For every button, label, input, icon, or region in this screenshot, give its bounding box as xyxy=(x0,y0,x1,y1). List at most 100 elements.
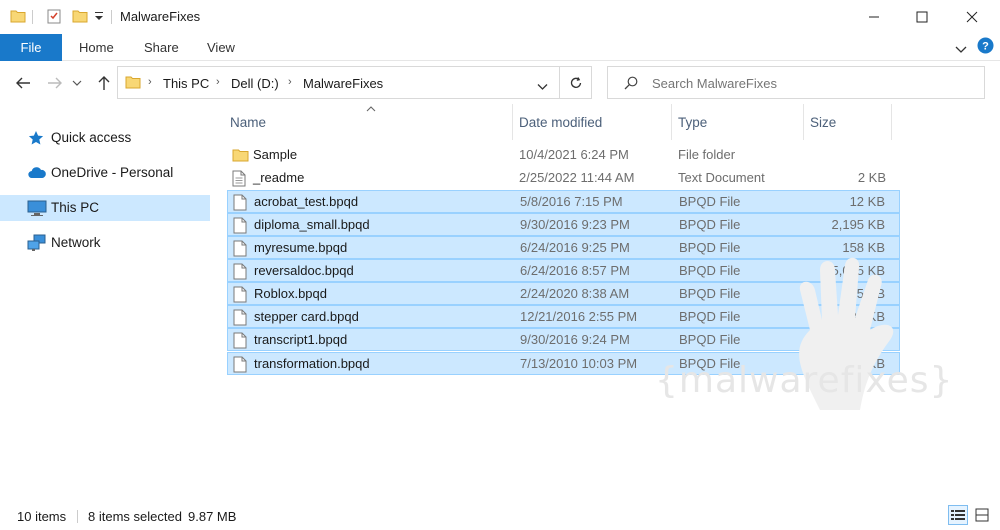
title-bar: MalwareFixes xyxy=(0,0,1000,34)
properties-icon[interactable] xyxy=(46,8,62,26)
file-icon xyxy=(233,194,249,211)
file-type: Text Document xyxy=(678,170,765,185)
sidebar-item-quick-access[interactable]: Quick access xyxy=(0,125,210,151)
file-name: Roblox.bpqd xyxy=(254,286,327,301)
chevron-down-icon[interactable] xyxy=(537,79,548,94)
file-row[interactable]: acrobat_test.bpqd 5/8/2016 7:15 PM BPQD Fi… xyxy=(227,190,900,213)
help-icon[interactable]: ? xyxy=(977,37,994,57)
column-header-type[interactable]: Type xyxy=(672,104,803,140)
cloud-icon xyxy=(27,164,46,182)
file-type: BPQD File xyxy=(679,194,741,209)
file-name: stepper card.bpqd xyxy=(254,309,359,324)
watermark-text: {malwarefixes} xyxy=(655,360,954,401)
file-type: BPQD File xyxy=(679,240,741,255)
selection-size: 9.87 MB xyxy=(188,509,237,524)
file-icon xyxy=(233,356,249,373)
large-icons-view-icon xyxy=(975,508,989,522)
file-size: 2,195 KB xyxy=(831,217,886,232)
file-type: BPQD File xyxy=(679,332,741,347)
column-header-name[interactable]: Name xyxy=(214,104,514,140)
folder-icon xyxy=(10,8,26,26)
search-input[interactable] xyxy=(652,74,972,92)
file-name: _readme xyxy=(253,170,305,185)
column-header-label: Date modified xyxy=(519,115,603,130)
forward-button[interactable] xyxy=(44,72,66,94)
file-name: acrobat_test.bpqd xyxy=(254,194,359,209)
file-type: BPQD File xyxy=(679,263,741,278)
large-icons-view-button[interactable] xyxy=(972,505,992,525)
file-size: 12 KB xyxy=(849,194,885,209)
column-header-label: Name xyxy=(230,115,267,130)
file-name: transcript1.bpqd xyxy=(254,332,348,347)
file-name: reversaldoc.bpqd xyxy=(254,263,354,278)
minimize-button[interactable] xyxy=(851,0,897,34)
file-date-modified: 9/30/2016 9:24 PM xyxy=(520,332,630,347)
column-divider[interactable] xyxy=(891,104,892,140)
sidebar-item-label: This PC xyxy=(51,200,100,215)
file-name: transformation.bpqd xyxy=(254,356,370,371)
text-file-icon xyxy=(232,170,248,187)
file-icon xyxy=(233,217,249,234)
sort-ascending-icon xyxy=(366,104,376,115)
divider xyxy=(32,10,33,24)
file-type: File folder xyxy=(678,147,736,162)
file-date-modified: 5/8/2016 7:15 PM xyxy=(520,194,623,209)
maximize-button[interactable] xyxy=(899,0,945,34)
column-header-size[interactable]: Size xyxy=(804,104,892,140)
up-button[interactable] xyxy=(93,72,115,94)
tab-share[interactable]: Share xyxy=(144,40,179,55)
file-row[interactable]: diploma_small.bpqd 9/30/2016 9:23 PM BPQD … xyxy=(227,213,900,236)
folder-icon xyxy=(125,74,141,93)
breadcrumb-this-pc[interactable]: This PC xyxy=(163,76,209,91)
recent-locations-button[interactable] xyxy=(70,72,84,94)
close-button[interactable] xyxy=(949,0,995,34)
file-size: 2 KB xyxy=(857,170,886,185)
file-icon xyxy=(233,286,249,303)
refresh-button[interactable] xyxy=(560,66,592,99)
tab-view[interactable]: View xyxy=(207,40,235,55)
status-bar: 10 items 8 items selected 9.87 MB xyxy=(0,500,1000,530)
sidebar-item-network[interactable]: Network xyxy=(0,230,210,256)
file-date-modified: 6/24/2016 8:57 PM xyxy=(520,263,630,278)
folder-icon xyxy=(232,147,249,164)
file-icon xyxy=(233,309,249,326)
chevron-right-icon[interactable]: › xyxy=(288,76,292,88)
divider xyxy=(111,10,112,24)
file-date-modified: 12/21/2016 2:55 PM xyxy=(520,309,638,324)
chevron-right-icon[interactable]: › xyxy=(216,76,220,88)
file-type: BPQD File xyxy=(679,286,741,301)
back-button[interactable] xyxy=(12,72,34,94)
sidebar-item-label: Network xyxy=(51,235,101,250)
file-row[interactable]: _readme 2/25/2022 11:44 AM Text Document 2 … xyxy=(227,167,900,190)
details-view-button[interactable] xyxy=(948,505,968,525)
column-header-date[interactable]: Date modified xyxy=(513,104,671,140)
search-box[interactable] xyxy=(607,66,985,99)
file-type: BPQD File xyxy=(679,217,741,232)
expand-ribbon-icon[interactable] xyxy=(955,42,967,57)
network-icon xyxy=(27,234,46,252)
customize-toolbar-icon[interactable] xyxy=(94,10,104,28)
file-name: diploma_small.bpqd xyxy=(254,217,370,232)
star-icon xyxy=(27,129,45,147)
file-date-modified: 9/30/2016 9:23 PM xyxy=(520,217,630,232)
svg-text:?: ? xyxy=(982,41,989,53)
file-name: Sample xyxy=(253,147,298,162)
sidebar-item-this-pc[interactable]: This PC xyxy=(0,195,210,221)
address-bar[interactable]: › This PC › Dell (D:) › MalwareFixes xyxy=(117,66,560,99)
computer-icon xyxy=(27,199,47,217)
breadcrumb-malwarefixes[interactable]: MalwareFixes xyxy=(303,76,383,91)
file-type: BPQD File xyxy=(679,309,741,324)
refresh-icon xyxy=(570,76,581,88)
tab-home[interactable]: Home xyxy=(79,40,114,55)
file-row[interactable]: Sample 10/4/2021 6:24 PM File folder xyxy=(227,144,900,167)
column-header-label: Type xyxy=(678,115,708,130)
divider xyxy=(77,510,78,523)
tab-file[interactable]: File xyxy=(0,34,62,61)
chevron-right-icon[interactable]: › xyxy=(148,76,152,88)
new-folder-icon[interactable] xyxy=(72,8,88,26)
breadcrumb-drive[interactable]: Dell (D:) xyxy=(231,76,279,91)
file-icon xyxy=(233,263,249,280)
file-date-modified: 2/24/2020 8:38 AM xyxy=(520,286,630,301)
window-title: MalwareFixes xyxy=(120,9,201,24)
sidebar-item-onedrive[interactable]: OneDrive - Personal xyxy=(0,160,210,186)
